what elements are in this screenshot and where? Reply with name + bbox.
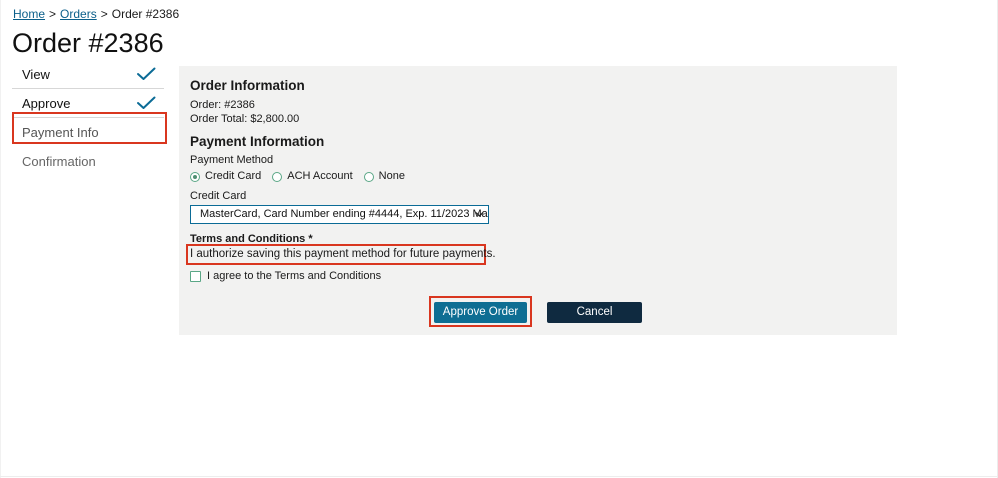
radio-label: ACH Account [287,170,353,182]
order-total: Order Total: $2,800.00 [190,113,300,125]
bottom-divider [0,476,998,477]
agree-terms-row[interactable]: I agree to the Terms and Conditions [190,270,381,283]
step-label: View [22,67,50,82]
step-label: Confirmation [22,154,96,169]
radio-label: Credit Card [205,170,262,182]
step-view[interactable]: View [12,60,164,89]
page: Home > Orders > Order #2386 Order #2386 View… [0,0,998,478]
step-payment-info[interactable]: Payment Info [12,118,164,147]
radio-ach-account[interactable]: ACH Account [272,170,353,183]
credit-card-label: Credit Card [190,190,247,202]
radio-button[interactable] [363,171,374,182]
radio-credit-card[interactable]: Credit Card [190,170,261,183]
page-title: Order #2386 [12,28,164,58]
order-information-heading: Order Information [190,78,305,93]
agree-terms-checkbox[interactable] [190,271,201,282]
checkmark-icon [137,67,156,80]
breadcrumb-orders-link[interactable]: Orders [60,7,97,21]
cancel-button[interactable]: Cancel [547,302,642,323]
terms-text: I authorize saving this payment method f… [190,248,496,260]
breadcrumb-home-link[interactable]: Home [13,7,45,21]
breadcrumb-current: Order #2386 [111,7,180,21]
breadcrumb: Home > Orders > Order #2386 [13,7,179,21]
radio-label: None [378,170,405,182]
approve-order-button[interactable]: Approve Order [434,302,527,323]
radio-button-selected[interactable] [190,171,200,182]
radio-button[interactable] [272,171,283,182]
radio-none[interactable]: None [363,170,405,183]
breadcrumb-separator: > [49,7,57,21]
chevron-down-icon [475,212,484,217]
step-approve[interactable]: Approve [12,89,164,118]
payment-information-heading: Payment Information [190,134,325,149]
credit-card-select[interactable]: MasterCard, Card Number ending #4444, Ex… [190,205,489,224]
payment-panel: Order Information Order: #2386 Order Tot… [179,66,897,335]
agree-terms-label: I agree to the Terms and Conditions [207,270,382,282]
checkmark-icon [137,96,156,109]
breadcrumb-separator: > [100,7,108,21]
step-label: Approve [22,96,71,111]
payment-method-label: Payment Method [190,154,274,166]
step-list: View Approve Payment Info Confirmation [12,60,164,176]
credit-card-select-value: MasterCard, Card Number ending #4444, Ex… [200,208,488,220]
order-number: Order: #2386 [190,99,255,111]
payment-method-radio-group: Credit Card ACH Account None [190,170,416,183]
step-confirmation: Confirmation [12,147,164,176]
step-label: Payment Info [22,125,99,140]
left-divider [0,0,1,478]
